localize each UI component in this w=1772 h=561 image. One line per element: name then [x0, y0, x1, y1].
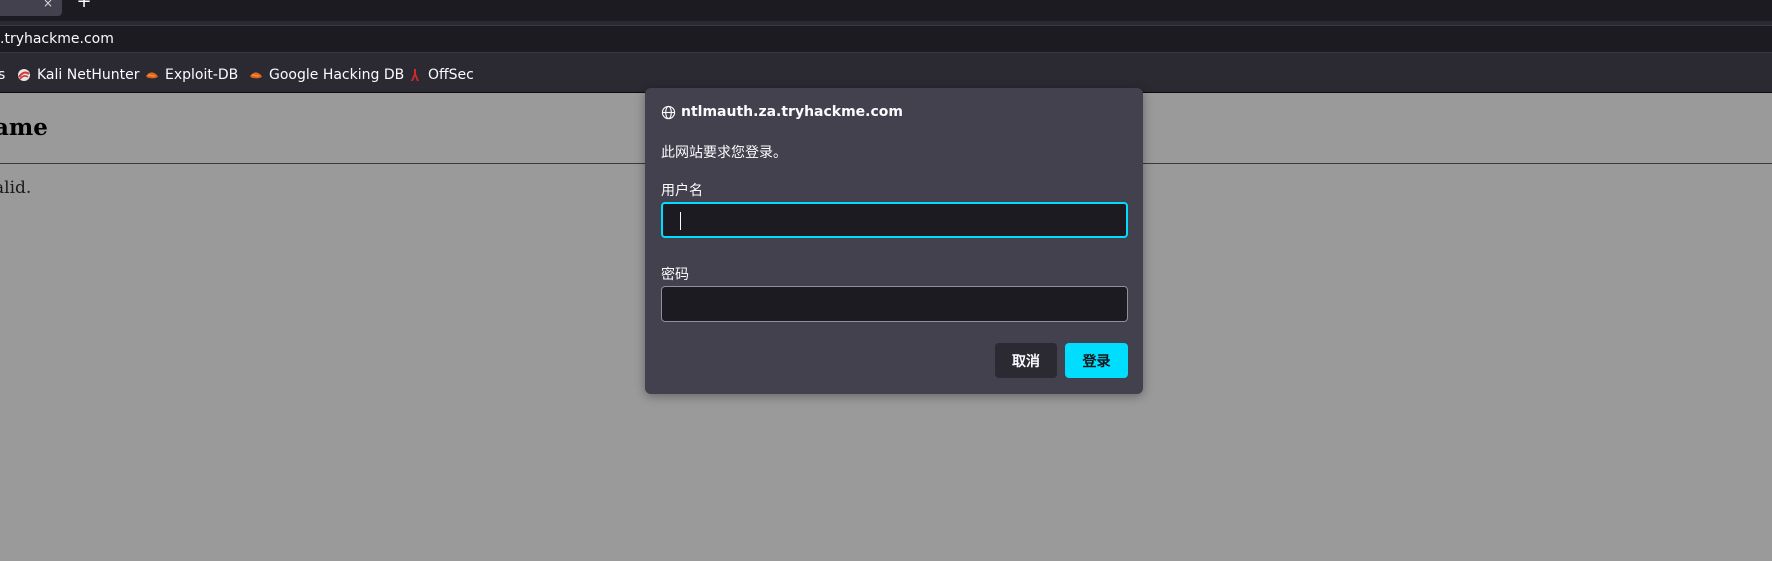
- bookmark-offsec[interactable]: OffSec: [408, 66, 474, 84]
- url-text[interactable]: .tryhackme.com: [0, 31, 114, 47]
- close-tab-icon[interactable]: ×: [42, 0, 54, 10]
- bookmark-label: Exploit-DB: [165, 67, 239, 83]
- bookmark-exploit-db[interactable]: Exploit-DB: [145, 66, 238, 84]
- globe-icon: [661, 105, 676, 119]
- bookmark-label: s: [0, 67, 6, 83]
- bookmark-label: Kali NetHunter: [37, 67, 140, 83]
- login-button[interactable]: 登录: [1065, 343, 1128, 378]
- cancel-button[interactable]: 取消: [995, 343, 1057, 378]
- text-caret: [680, 212, 681, 230]
- tab-strip: × +: [0, 0, 1772, 21]
- bookmark-truncated[interactable]: s: [0, 66, 5, 84]
- dialog-host-text: ntlmauth.za.tryhackme.com: [681, 104, 904, 120]
- page-text: alid.: [0, 178, 32, 198]
- new-tab-button[interactable]: +: [76, 0, 92, 11]
- username-label: 用户名: [661, 183, 703, 199]
- bookmark-kali-nethunter[interactable]: Kali NetHunter: [17, 66, 139, 84]
- offsec-icon: [411, 69, 419, 81]
- bookmark-label: OffSec: [428, 67, 474, 83]
- active-tab[interactable]: ×: [0, 0, 62, 16]
- auth-dialog: ntlmauth.za.tryhackme.com 此网站要求您登录。 用户名 …: [645, 88, 1143, 394]
- password-label: 密码: [661, 267, 689, 283]
- kali-nethunter-icon: [18, 69, 30, 81]
- exploit-db-icon: [146, 72, 158, 79]
- ghdb-icon: [250, 72, 262, 79]
- bookmark-google-hacking-db[interactable]: Google Hacking DB: [249, 66, 404, 84]
- username-field[interactable]: [661, 202, 1128, 238]
- dialog-host: ntlmauth.za.tryhackme.com: [661, 104, 903, 120]
- url-bar[interactable]: .tryhackme.com: [0, 25, 1772, 53]
- dialog-message: 此网站要求您登录。: [661, 145, 787, 161]
- navigation-bar: .tryhackme.com: [0, 21, 1772, 57]
- page-heading: ame: [0, 114, 48, 141]
- bookmark-label: Google Hacking DB: [269, 67, 405, 83]
- password-field[interactable]: [661, 286, 1128, 322]
